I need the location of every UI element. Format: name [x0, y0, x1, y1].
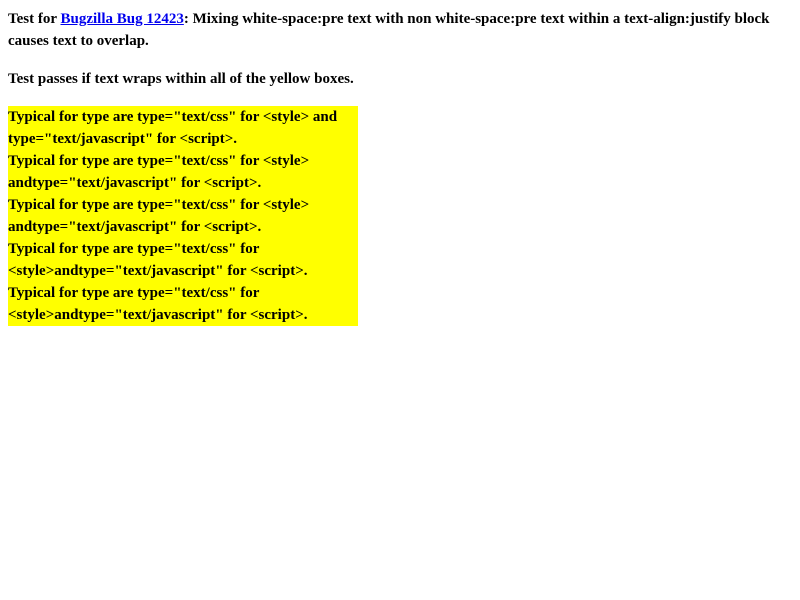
box-line-10: <style>andtype="text/javascript" for <sc…: [8, 307, 308, 323]
box-line-3: Typical for type are type="text/css" for…: [8, 153, 310, 169]
box-line-7: Typical for type are type="text/css" for: [8, 241, 260, 257]
pass-instruction: Test passes if text wraps within all of …: [8, 71, 354, 87]
page-content: Test for Bugzilla Bug 12423: Mixing whit…: [8, 8, 792, 326]
box-line-8: <style>andtype="text/javascript" for <sc…: [8, 263, 308, 279]
box-line-4: andtype="text/javascript" for <script>.: [8, 175, 262, 191]
bugzilla-bug-link[interactable]: Bugzilla Bug 12423: [61, 11, 184, 27]
intro-prefix: Test for: [8, 11, 61, 27]
box-line-2: type="text/javascript" for <script>.: [8, 131, 238, 147]
box-line-1: Typical for type are type="text/css" for…: [8, 109, 338, 125]
box-line-5: Typical for type are type="text/css" for…: [8, 197, 310, 213]
box-line-6: andtype="text/javascript" for <script>.: [8, 219, 262, 235]
box-line-9: Typical for type are type="text/css" for: [8, 285, 260, 301]
test-description: Test for Bugzilla Bug 12423: Mixing whit…: [8, 8, 792, 52]
yellow-test-box: Typical for type are type="text/css" for…: [8, 106, 358, 326]
